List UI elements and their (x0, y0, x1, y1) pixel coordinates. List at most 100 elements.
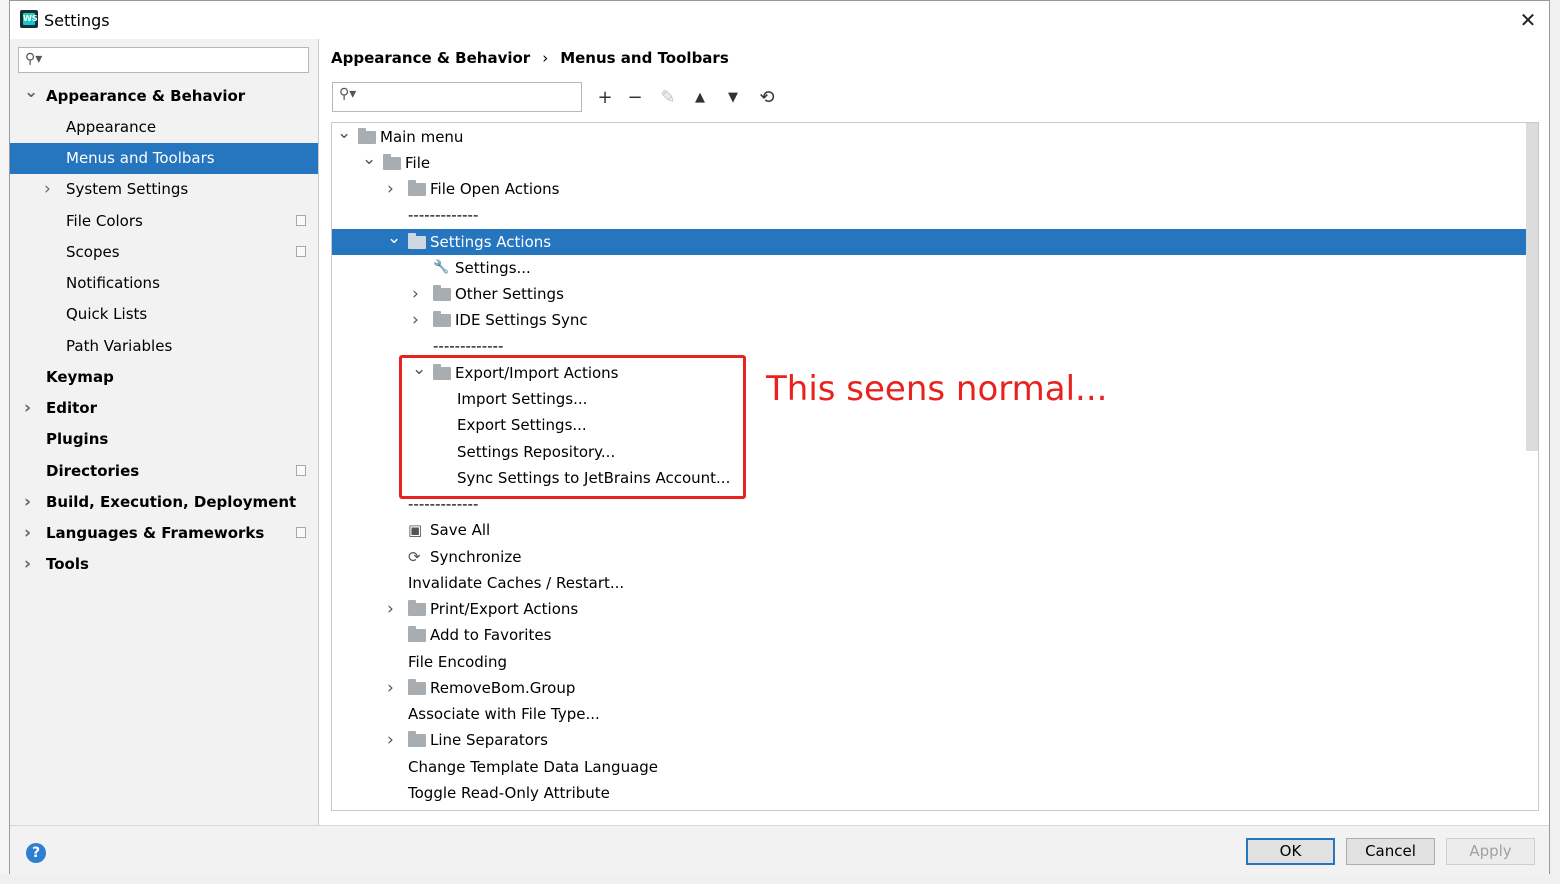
chevron-right-icon[interactable]: › (387, 675, 394, 701)
move-up-button[interactable]: ▲ (687, 86, 713, 110)
tree-row[interactable]: ⌄ File (332, 149, 1538, 176)
sidebar-item-label: Appearance & Behavior (46, 87, 246, 105)
tree-row[interactable]: Toggle Read-Only Attribute (332, 780, 1538, 806)
chevron-right-icon[interactable]: › (24, 518, 31, 549)
close-icon[interactable]: ✕ (1517, 9, 1539, 31)
save-icon: ▣ (408, 521, 423, 539)
tree-row-label: Toggle Read-Only Attribute (408, 784, 610, 802)
chevron-right-icon[interactable]: › (24, 487, 31, 518)
tree-row[interactable]: ⌄ Settings Actions (332, 228, 1538, 255)
settings-dialog: WS Settings ✕ ⚲▾ ⌄ Appearance & Behavior A… (9, 0, 1550, 876)
tree-row[interactable]: Associate with File Type... (332, 701, 1538, 727)
wrench-icon: 🔧 (433, 260, 450, 275)
tree-row-label: Line Separators (430, 731, 548, 749)
sidebar-item[interactable]: › Editor (10, 393, 318, 424)
tree-row[interactable]: › Other Settings (332, 281, 1538, 307)
tree-row-label: Settings Actions (430, 233, 552, 251)
chevron-right-icon[interactable]: › (387, 596, 394, 622)
tree-row[interactable]: ------------- (332, 202, 1538, 228)
sidebar-item[interactable]: Plugins (10, 424, 318, 455)
chevron-down-icon[interactable]: ⌄ (24, 77, 38, 108)
tree-row-label: Main menu (380, 128, 464, 146)
tree-row[interactable]: › Print/Export Actions (332, 596, 1538, 622)
tree-row[interactable]: ▣ Save All (332, 517, 1538, 543)
folder-icon (408, 679, 426, 695)
folder-icon (408, 731, 426, 747)
tree-row-label: RemoveBom.Group (430, 679, 576, 697)
chevron-right-icon[interactable]: › (24, 393, 31, 424)
ok-button[interactable]: OK (1246, 838, 1335, 865)
sidebar-item-label: File Colors (66, 212, 143, 230)
tree-row[interactable]: › Line Separators (332, 727, 1538, 753)
sidebar-search-input[interactable]: ⚲▾ (18, 47, 309, 73)
tree-row-label: IDE Settings Sync (455, 311, 588, 329)
tree-row-label: File Encoding (408, 653, 507, 671)
folder-icon (358, 128, 376, 144)
sidebar-item-label: Editor (46, 399, 97, 417)
restore-defaults-button[interactable]: ⟲ (754, 86, 780, 110)
tree-row[interactable]: File Encoding (332, 649, 1538, 675)
tree-row-label: Associate with File Type... (408, 705, 600, 723)
tree-row[interactable]: › File Open Actions (332, 176, 1538, 202)
tree-scrollbar[interactable] (1526, 123, 1538, 451)
search-icon: ⚲▾ (25, 51, 43, 67)
tree-row-label: Settings... (455, 259, 531, 277)
sidebar-item[interactable]: Appearance (10, 112, 318, 143)
chevron-right-icon[interactable]: › (412, 307, 419, 333)
tree-row[interactable]: › RemoveBom.Group (332, 675, 1538, 701)
tree-row[interactable]: Change Template Data Language (332, 754, 1538, 780)
webstorm-app-icon: WS (20, 10, 38, 28)
chevron-down-icon[interactable]: ⌄ (337, 123, 351, 146)
chevron-right-icon[interactable]: › (412, 281, 419, 307)
tree-row[interactable]: ⟳ Synchronize (332, 544, 1538, 570)
chevron-right-icon[interactable]: › (44, 174, 51, 205)
breadcrumb: Appearance & Behavior › Menus and Toolbars (331, 49, 729, 67)
remove-action-button[interactable]: − (622, 86, 648, 110)
tree-row-label: Synchronize (430, 548, 522, 566)
tree-row-label: Other Settings (455, 285, 564, 303)
sidebar-item[interactable]: Directories (10, 456, 318, 487)
cancel-button[interactable]: Cancel (1346, 838, 1435, 865)
sidebar-item[interactable]: Path Variables (10, 331, 318, 362)
help-icon[interactable]: ? (26, 843, 46, 863)
sidebar-item[interactable]: › Languages & Frameworks (10, 518, 318, 549)
chevron-down-icon[interactable]: ⌄ (387, 225, 401, 251)
apply-button[interactable]: Apply (1446, 838, 1535, 865)
folder-icon (433, 311, 451, 327)
sidebar-item-label: Languages & Frameworks (46, 524, 265, 542)
move-down-button[interactable]: ▼ (720, 86, 746, 110)
sidebar-item[interactable]: ⌄ Appearance & Behavior (10, 81, 318, 112)
chevron-right-icon[interactable]: › (387, 176, 394, 202)
chevron-right-icon[interactable]: › (24, 549, 31, 580)
sidebar-item[interactable]: › Build, Execution, Deployment (10, 487, 318, 518)
sidebar-item[interactable]: Menus and Toolbars (10, 143, 318, 174)
sidebar-item[interactable]: File Colors (10, 206, 318, 237)
chevron-down-icon[interactable]: ⌄ (362, 146, 376, 172)
tree-row[interactable]: ⌄ Main menu (332, 123, 1538, 150)
sidebar-item[interactable]: Keymap (10, 362, 318, 393)
tree-row[interactable]: Invalidate Caches / Restart... (332, 570, 1538, 596)
add-action-button[interactable]: + (592, 86, 618, 110)
separator-label: ------------- (408, 206, 479, 224)
sidebar-item[interactable]: › Tools (10, 549, 318, 580)
tree-row-label: Print/Export Actions (430, 600, 579, 618)
tree-row[interactable]: Add to Favorites (332, 622, 1538, 648)
folder-icon (433, 285, 451, 301)
project-level-icon (296, 246, 306, 257)
breadcrumb-parent[interactable]: Appearance & Behavior (331, 49, 530, 67)
sidebar-item[interactable]: Scopes (10, 237, 318, 268)
folder-icon (408, 600, 426, 616)
sidebar-item-label: System Settings (66, 180, 189, 198)
sidebar-item[interactable]: Quick Lists (10, 299, 318, 330)
tree-row[interactable]: › IDE Settings Sync (332, 307, 1538, 333)
tree-row[interactable]: 🔧 Settings... (332, 255, 1538, 281)
tree-row-label: Change Template Data Language (408, 758, 659, 776)
edit-icon-button[interactable]: ✎ (655, 86, 681, 110)
tree-search-input[interactable]: ⚲▾ (332, 82, 582, 112)
sidebar-item[interactable]: › System Settings (10, 174, 318, 205)
sidebar-item-label: Plugins (46, 430, 109, 448)
folder-icon (408, 626, 426, 642)
sidebar-item-label: Quick Lists (66, 305, 148, 323)
sidebar-item[interactable]: Notifications (10, 268, 318, 299)
chevron-right-icon[interactable]: › (387, 727, 394, 753)
